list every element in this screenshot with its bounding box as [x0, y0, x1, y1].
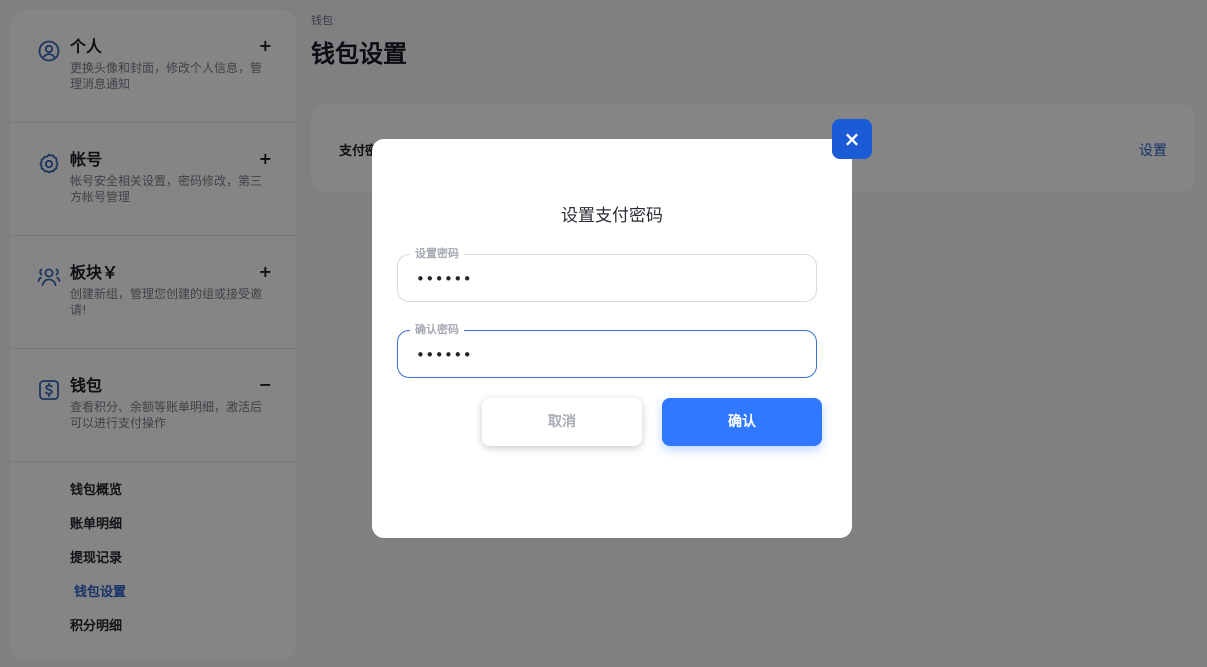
- confirm-password-label: 确认密码: [410, 322, 464, 338]
- cancel-button[interactable]: 取消: [482, 398, 642, 446]
- set-password-field[interactable]: 设置密码 ••••••: [397, 246, 817, 302]
- close-icon[interactable]: ×: [832, 119, 872, 159]
- confirm-password-value: ••••••: [416, 346, 473, 364]
- confirm-button[interactable]: 确认: [662, 398, 822, 446]
- confirm-password-field[interactable]: 确认密码 ••••••: [397, 322, 817, 378]
- payment-password-dialog: 设置支付密码 设置密码 •••••• 确认密码 •••••• 取消 确认: [372, 139, 852, 538]
- set-password-label: 设置密码: [410, 246, 464, 262]
- dialog-title: 设置支付密码: [561, 206, 663, 226]
- set-password-value: ••••••: [416, 270, 473, 288]
